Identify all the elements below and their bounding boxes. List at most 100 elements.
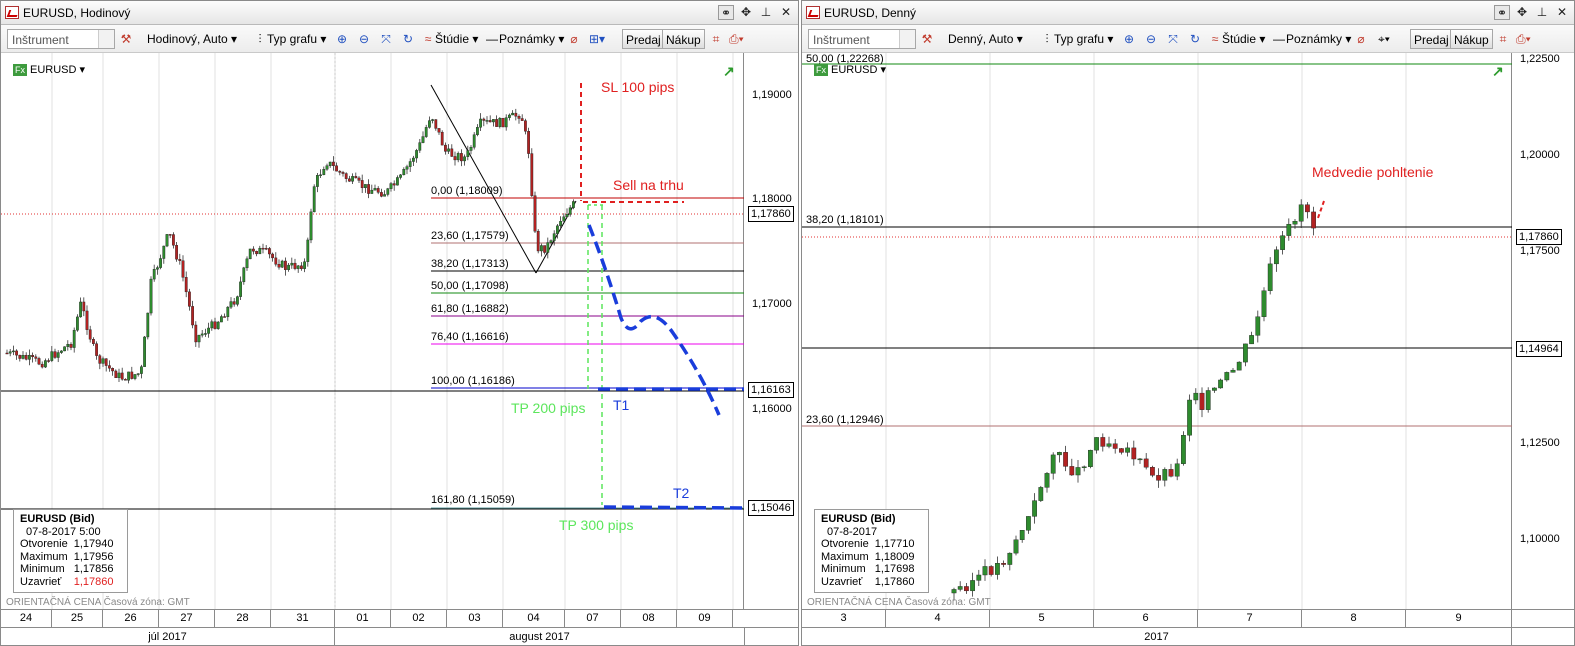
left-toolbar: Inštrument ⚒ Hodinový, Auto ▾ ⫶ Typ grafu…: [1, 25, 798, 53]
candle-body: [367, 184, 370, 194]
autoscale-icon[interactable]: ⤧: [379, 29, 393, 49]
instrument-input[interactable]: Inštrument: [7, 29, 115, 49]
candle-body: [219, 316, 223, 323]
sell-button[interactable]: Predaj: [1410, 29, 1453, 49]
pin-icon[interactable]: ⊥: [1534, 5, 1550, 20]
autoscale-icon[interactable]: ⤧: [1166, 29, 1180, 49]
candle-body: [280, 260, 284, 268]
zoom-out-icon[interactable]: ⊖: [1144, 29, 1158, 49]
template-dropdown[interactable]: ⎙▾: [1516, 29, 1531, 49]
refresh-icon[interactable]: ↻: [1188, 29, 1202, 49]
right-plot-area[interactable]: Fx EURUSD ▾ ↗ 50,00 (1,22268) 38,20 (1,18…: [802, 53, 1512, 609]
zoom-in-icon[interactable]: ⊕: [1122, 29, 1136, 49]
notes-dropdown[interactable]: —Poznámky ▾: [1272, 29, 1351, 49]
candle-body: [466, 150, 470, 157]
candle-body: [1298, 204, 1304, 222]
left-price-axis[interactable]: 1,19000 1,18000 1,17000 1,16000 1,17860 …: [744, 53, 798, 609]
sell-button[interactable]: Predaj: [622, 29, 665, 49]
candle-body: [440, 131, 444, 146]
symbol-selector[interactable]: Fx EURUSD ▾: [13, 63, 85, 76]
instrument-dropdown-icon[interactable]: [98, 30, 114, 48]
info-value: 1,17956: [73, 550, 114, 563]
day-tick-label: 01: [335, 610, 391, 628]
left-time-axis[interactable]: 24 25 26 27 28 31 01 02 03 04 07 08 09 j…: [1, 609, 798, 645]
candle-body: [175, 245, 178, 260]
candle-body: [239, 281, 242, 297]
candle-body: [1218, 379, 1223, 389]
buy-button[interactable]: Nákup: [1450, 29, 1493, 49]
day-tick-label: 26: [103, 610, 159, 628]
close-icon[interactable]: ✕: [778, 5, 794, 20]
fx-icon: Fx: [13, 64, 27, 76]
day-tick-label: 03: [447, 610, 503, 628]
candle-body: [107, 365, 111, 369]
price-tick-label: 1,10000: [1520, 533, 1560, 545]
candle-body: [1019, 530, 1025, 540]
day-tick-label: 9: [1406, 610, 1512, 628]
zoom-in-icon[interactable]: ⊕: [335, 29, 349, 49]
year-row: 2017: [802, 627, 1574, 645]
timeframe-label: Denný, Auto: [948, 32, 1014, 46]
candle-body: [405, 166, 409, 170]
right-time-axis[interactable]: 3 4 5 6 7 8 9 2017: [802, 609, 1574, 645]
left-plot-area[interactable]: Fx EURUSD ▾ ↗ 0,00 (1,18009) 23,60 (1,175…: [1, 53, 744, 609]
chart-type-dropdown[interactable]: ⫶ Typ grafu ▾: [253, 29, 326, 49]
info-value: 1,17856: [73, 563, 114, 576]
candle-body: [450, 148, 454, 157]
candle-body: [1243, 343, 1248, 363]
candle-body: [139, 366, 143, 374]
eraser-icon[interactable]: ⌀: [1354, 29, 1368, 49]
instrument-dropdown-icon[interactable]: [899, 30, 915, 48]
candle-body: [226, 306, 230, 318]
candle-body: [527, 131, 531, 154]
instrument-input[interactable]: Inštrument: [808, 29, 916, 49]
month-label: august 2017: [335, 628, 745, 645]
candle-body: [1131, 447, 1137, 460]
link-icon[interactable]: ⚭: [718, 5, 734, 20]
price-tick-label: 1,17000: [752, 298, 792, 310]
left-title-bar[interactable]: EURUSD, Hodinový ⚭ ✥ ⊥ ✕: [1, 1, 798, 25]
candle-body: [31, 354, 34, 358]
candle-body: [34, 356, 38, 359]
candle-body: [1081, 466, 1087, 468]
candle-body: [399, 174, 402, 178]
chart-type-dropdown[interactable]: ⫶ Typ grafu ▾: [1040, 29, 1113, 49]
fib-tool-dropdown[interactable]: ⊞▾: [589, 29, 605, 49]
chart-settings-icon[interactable]: ⌗: [709, 29, 723, 49]
candle-body: [37, 358, 41, 365]
close-icon[interactable]: ✕: [1554, 5, 1570, 20]
notes-dropdown[interactable]: —Poznámky ▾: [485, 29, 564, 49]
candle-body: [1168, 469, 1174, 477]
refresh-icon[interactable]: ↻: [401, 29, 415, 49]
candle-body: [1230, 369, 1236, 373]
expand-icon[interactable]: ✥: [1514, 5, 1530, 20]
studies-dropdown[interactable]: ≈ Štúdie ▾: [421, 29, 479, 49]
chart-settings-icon[interactable]: ⌗: [1496, 29, 1510, 49]
chart-type-label: Typ grafu: [1054, 32, 1105, 46]
expand-icon[interactable]: ✥: [738, 5, 754, 20]
buy-button[interactable]: Nákup: [662, 29, 705, 49]
cursor-tool-dropdown[interactable]: ⌖▾: [1378, 29, 1390, 49]
info-label: Maximum: [20, 550, 68, 563]
info-date: 07-8-2017 5:00: [26, 525, 101, 538]
crosshair-tool-icon[interactable]: ⚒: [119, 29, 133, 49]
right-window-title: EURUSD, Denný: [824, 6, 917, 20]
eraser-icon[interactable]: ⌀: [567, 29, 581, 49]
studies-dropdown[interactable]: ≈ Štúdie ▾: [1208, 29, 1266, 49]
timeframe-dropdown[interactable]: Hodinový, Auto ▾: [147, 29, 237, 49]
link-icon[interactable]: ⚭: [1494, 5, 1510, 20]
timeframe-label: Hodinový, Auto: [147, 32, 228, 46]
zoom-out-icon[interactable]: ⊖: [357, 29, 371, 49]
crosshair-tool-icon[interactable]: ⚒: [920, 29, 934, 49]
pin-icon[interactable]: ⊥: [758, 5, 774, 20]
timeframe-dropdown[interactable]: Denný, Auto ▾: [948, 29, 1023, 49]
chart-window-icon: [806, 6, 820, 19]
candle-body: [66, 344, 70, 347]
candle-body: [351, 176, 354, 182]
template-dropdown[interactable]: ⎙▾: [729, 29, 744, 49]
info-table: Otvorenie 1,17940 Maximum 1,17956 Minimum 1…: [20, 538, 119, 588]
right-title-bar[interactable]: EURUSD, Denný ⚭ ✥ ⊥ ✕: [802, 1, 1574, 25]
right-price-axis[interactable]: 1,22500 1,20000 1,17500 1,12500 1,10000 …: [1512, 53, 1574, 609]
candle-body: [1075, 467, 1081, 476]
candle-body: [91, 339, 95, 344]
